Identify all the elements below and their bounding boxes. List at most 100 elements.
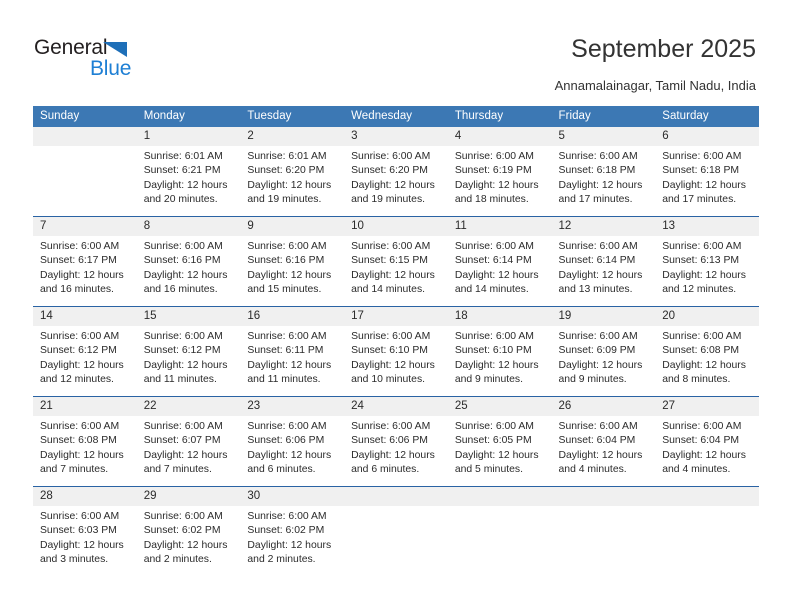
day-number: 8 xyxy=(136,217,241,236)
page-subtitle-location: Annamalainagar, Tamil Nadu, India xyxy=(554,78,756,93)
calendar-day-cell[interactable]: 21 Sunrise: 6:00 AM Sunset: 6:08 PM Dayligh… xyxy=(33,396,137,487)
calendar-day-cell[interactable]: 3 Sunrise: 6:00 AM Sunset: 6:20 PM Daylight… xyxy=(344,127,448,217)
calendar-day-cell[interactable]: 22 Sunrise: 6:00 AM Sunset: 6:07 PM Dayligh… xyxy=(136,396,241,487)
calendar-day-cell[interactable]: 18 Sunrise: 6:00 AM Sunset: 6:10 PM Dayligh… xyxy=(447,306,552,397)
sunset-text: Sunset: 6:18 PM xyxy=(558,165,636,177)
day-number: 10 xyxy=(344,217,448,236)
daylight-text-line2: and 8 minutes. xyxy=(662,373,731,385)
calendar-day-cell[interactable]: 9 Sunrise: 6:00 AM Sunset: 6:16 PM Daylight… xyxy=(240,216,345,307)
sunrise-text: Sunrise: 6:00 AM xyxy=(40,331,120,342)
day-number: 18 xyxy=(447,307,552,326)
calendar-day-cell[interactable]: 17 Sunrise: 6:00 AM Sunset: 6:10 PM Dayligh… xyxy=(344,306,448,397)
daylight-text-line1: Daylight: 12 hours xyxy=(247,539,332,551)
day-number xyxy=(655,487,759,506)
sunrise-text: Sunrise: 6:00 AM xyxy=(351,241,431,252)
daylight-text-line2: and 11 minutes. xyxy=(247,373,321,385)
sunset-text: Sunset: 6:09 PM xyxy=(558,345,636,357)
weekday-header-saturday: Saturday xyxy=(655,106,759,127)
day-number xyxy=(344,487,448,506)
sunrise-text: Sunrise: 6:00 AM xyxy=(662,421,742,432)
calendar-day-cell[interactable]: 24 Sunrise: 6:00 AM Sunset: 6:06 PM Dayligh… xyxy=(344,396,448,487)
calendar-day-cell[interactable]: 30 Sunrise: 6:00 AM Sunset: 6:02 PM Dayligh… xyxy=(240,486,345,576)
calendar-day-cell[interactable]: 15 Sunrise: 6:00 AM Sunset: 6:12 PM Dayligh… xyxy=(136,306,241,397)
sunset-text: Sunset: 6:05 PM xyxy=(454,435,532,447)
day-details: Sunrise: 6:00 AM Sunset: 6:02 PM Daylight:… xyxy=(137,506,241,567)
sunrise-text: Sunrise: 6:00 AM xyxy=(143,421,223,432)
sunset-text: Sunset: 6:13 PM xyxy=(662,255,740,267)
day-number xyxy=(447,487,552,506)
calendar-day-cell[interactable]: 28 Sunrise: 6:00 AM Sunset: 6:03 PM Dayligh… xyxy=(33,486,137,576)
day-details: Sunrise: 6:00 AM Sunset: 6:11 PM Daylight:… xyxy=(240,326,344,387)
daylight-text-line2: and 17 minutes. xyxy=(558,193,633,205)
day-details: Sunrise: 6:00 AM Sunset: 6:06 PM Daylight:… xyxy=(240,416,344,477)
day-details: Sunrise: 6:00 AM Sunset: 6:18 PM Daylight:… xyxy=(552,146,656,207)
day-details: Sunrise: 6:00 AM Sunset: 6:16 PM Daylight:… xyxy=(137,236,241,297)
calendar-table: Sunday Monday Tuesday Wednesday Thursday… xyxy=(33,106,759,576)
sunrise-text: Sunrise: 6:00 AM xyxy=(454,241,534,252)
calendar-day-cell[interactable]: 14 Sunrise: 6:00 AM Sunset: 6:12 PM Dayligh… xyxy=(33,306,137,397)
day-details: Sunrise: 6:00 AM Sunset: 6:04 PM Daylight:… xyxy=(552,416,656,477)
sunset-text: Sunset: 6:07 PM xyxy=(143,435,221,447)
day-number: 20 xyxy=(655,307,759,326)
daylight-text-line2: and 3 minutes. xyxy=(40,553,109,565)
calendar-day-cell[interactable]: 20 Sunrise: 6:00 AM Sunset: 6:08 PM Dayligh… xyxy=(655,306,759,397)
calendar-day-cell[interactable]: 5 Sunrise: 6:00 AM Sunset: 6:18 PM Daylight… xyxy=(551,127,656,217)
sunrise-text: Sunrise: 6:00 AM xyxy=(40,511,120,522)
sunrise-text: Sunrise: 6:00 AM xyxy=(40,421,120,432)
daylight-text-line2: and 16 minutes. xyxy=(143,283,218,295)
calendar-day-cell[interactable]: 27 Sunrise: 6:00 AM Sunset: 6:04 PM Dayligh… xyxy=(655,396,759,487)
calendar-day-cell[interactable]: 7 Sunrise: 6:00 AM Sunset: 6:17 PM Daylight… xyxy=(33,216,137,307)
calendar-week-row: 21 Sunrise: 6:00 AM Sunset: 6:08 PM Dayligh… xyxy=(33,396,759,487)
sunrise-text: Sunrise: 6:00 AM xyxy=(247,241,327,252)
sunset-text: Sunset: 6:11 PM xyxy=(247,345,324,357)
logo-triangle-icon xyxy=(103,42,127,57)
sunset-text: Sunset: 6:12 PM xyxy=(40,345,117,357)
calendar-header-row: Sunday Monday Tuesday Wednesday Thursday… xyxy=(33,106,759,127)
daylight-text-line1: Daylight: 12 hours xyxy=(40,449,124,461)
calendar-day-cell[interactable]: 26 Sunrise: 6:00 AM Sunset: 6:04 PM Dayligh… xyxy=(551,396,656,487)
day-number: 16 xyxy=(240,307,345,326)
day-number: 26 xyxy=(551,397,656,416)
day-details: Sunrise: 6:00 AM Sunset: 6:15 PM Daylight:… xyxy=(344,236,448,297)
daylight-text-line2: and 15 minutes. xyxy=(247,283,322,295)
sunset-text: Sunset: 6:10 PM xyxy=(351,345,428,357)
calendar-day-cell[interactable]: 6 Sunrise: 6:00 AM Sunset: 6:18 PM Daylight… xyxy=(655,127,759,217)
sunrise-text: Sunrise: 6:00 AM xyxy=(351,151,431,162)
day-details: Sunrise: 6:00 AM Sunset: 6:14 PM Daylight:… xyxy=(552,236,656,297)
calendar-day-cell[interactable]: 19 Sunrise: 6:00 AM Sunset: 6:09 PM Dayligh… xyxy=(551,306,656,397)
sunrise-text: Sunrise: 6:00 AM xyxy=(662,241,742,252)
calendar-day-cell[interactable]: 10 Sunrise: 6:00 AM Sunset: 6:15 PM Dayligh… xyxy=(344,216,448,307)
sunset-text: Sunset: 6:19 PM xyxy=(454,165,532,177)
daylight-text-line1: Daylight: 12 hours xyxy=(454,359,539,371)
day-details: Sunrise: 6:00 AM Sunset: 6:08 PM Daylight:… xyxy=(33,416,137,477)
day-details: Sunrise: 6:00 AM Sunset: 6:12 PM Daylight:… xyxy=(33,326,137,387)
day-number: 15 xyxy=(136,307,241,326)
daylight-text-line1: Daylight: 12 hours xyxy=(247,359,332,371)
daylight-text-line1: Daylight: 12 hours xyxy=(454,269,539,281)
calendar-day-cell[interactable]: 13 Sunrise: 6:00 AM Sunset: 6:13 PM Dayligh… xyxy=(655,216,759,307)
calendar-day-cell[interactable]: 8 Sunrise: 6:00 AM Sunset: 6:16 PM Daylight… xyxy=(136,216,241,307)
day-details: Sunrise: 6:00 AM Sunset: 6:20 PM Daylight:… xyxy=(344,146,448,207)
daylight-text-line2: and 17 minutes. xyxy=(662,193,737,205)
calendar-day-cell[interactable]: 16 Sunrise: 6:00 AM Sunset: 6:11 PM Dayligh… xyxy=(240,306,345,397)
sunset-text: Sunset: 6:03 PM xyxy=(40,525,117,537)
daylight-text-line1: Daylight: 12 hours xyxy=(351,269,435,281)
sunrise-text: Sunrise: 6:01 AM xyxy=(247,151,327,162)
calendar-day-cell[interactable]: 4 Sunrise: 6:00 AM Sunset: 6:19 PM Daylight… xyxy=(447,127,552,217)
calendar-day-cell[interactable]: 12 Sunrise: 6:00 AM Sunset: 6:14 PM Dayligh… xyxy=(551,216,656,307)
calendar-day-cell[interactable]: 1 Sunrise: 6:01 AM Sunset: 6:21 PM Daylight… xyxy=(136,127,241,217)
weekday-header-monday: Monday xyxy=(136,106,241,127)
calendar-day-cell[interactable]: 2 Sunrise: 6:01 AM Sunset: 6:20 PM Daylight… xyxy=(240,127,345,217)
calendar-day-cell[interactable]: 11 Sunrise: 6:00 AM Sunset: 6:14 PM Dayligh… xyxy=(447,216,552,307)
calendar-day-cell[interactable]: 29 Sunrise: 6:00 AM Sunset: 6:02 PM Dayligh… xyxy=(136,486,241,576)
day-number: 30 xyxy=(240,487,345,506)
sunrise-text: Sunrise: 6:00 AM xyxy=(143,331,223,342)
day-details: Sunrise: 6:00 AM Sunset: 6:10 PM Daylight:… xyxy=(344,326,448,387)
calendar-day-cell-empty xyxy=(551,486,656,576)
calendar-day-cell[interactable]: 23 Sunrise: 6:00 AM Sunset: 6:06 PM Dayligh… xyxy=(240,396,345,487)
sunset-text: Sunset: 6:20 PM xyxy=(247,165,325,177)
daylight-text-line1: Daylight: 12 hours xyxy=(351,359,435,371)
calendar-day-cell[interactable]: 25 Sunrise: 6:00 AM Sunset: 6:05 PM Dayligh… xyxy=(447,396,552,487)
sunrise-text: Sunrise: 6:00 AM xyxy=(247,421,327,432)
day-number: 13 xyxy=(655,217,759,236)
